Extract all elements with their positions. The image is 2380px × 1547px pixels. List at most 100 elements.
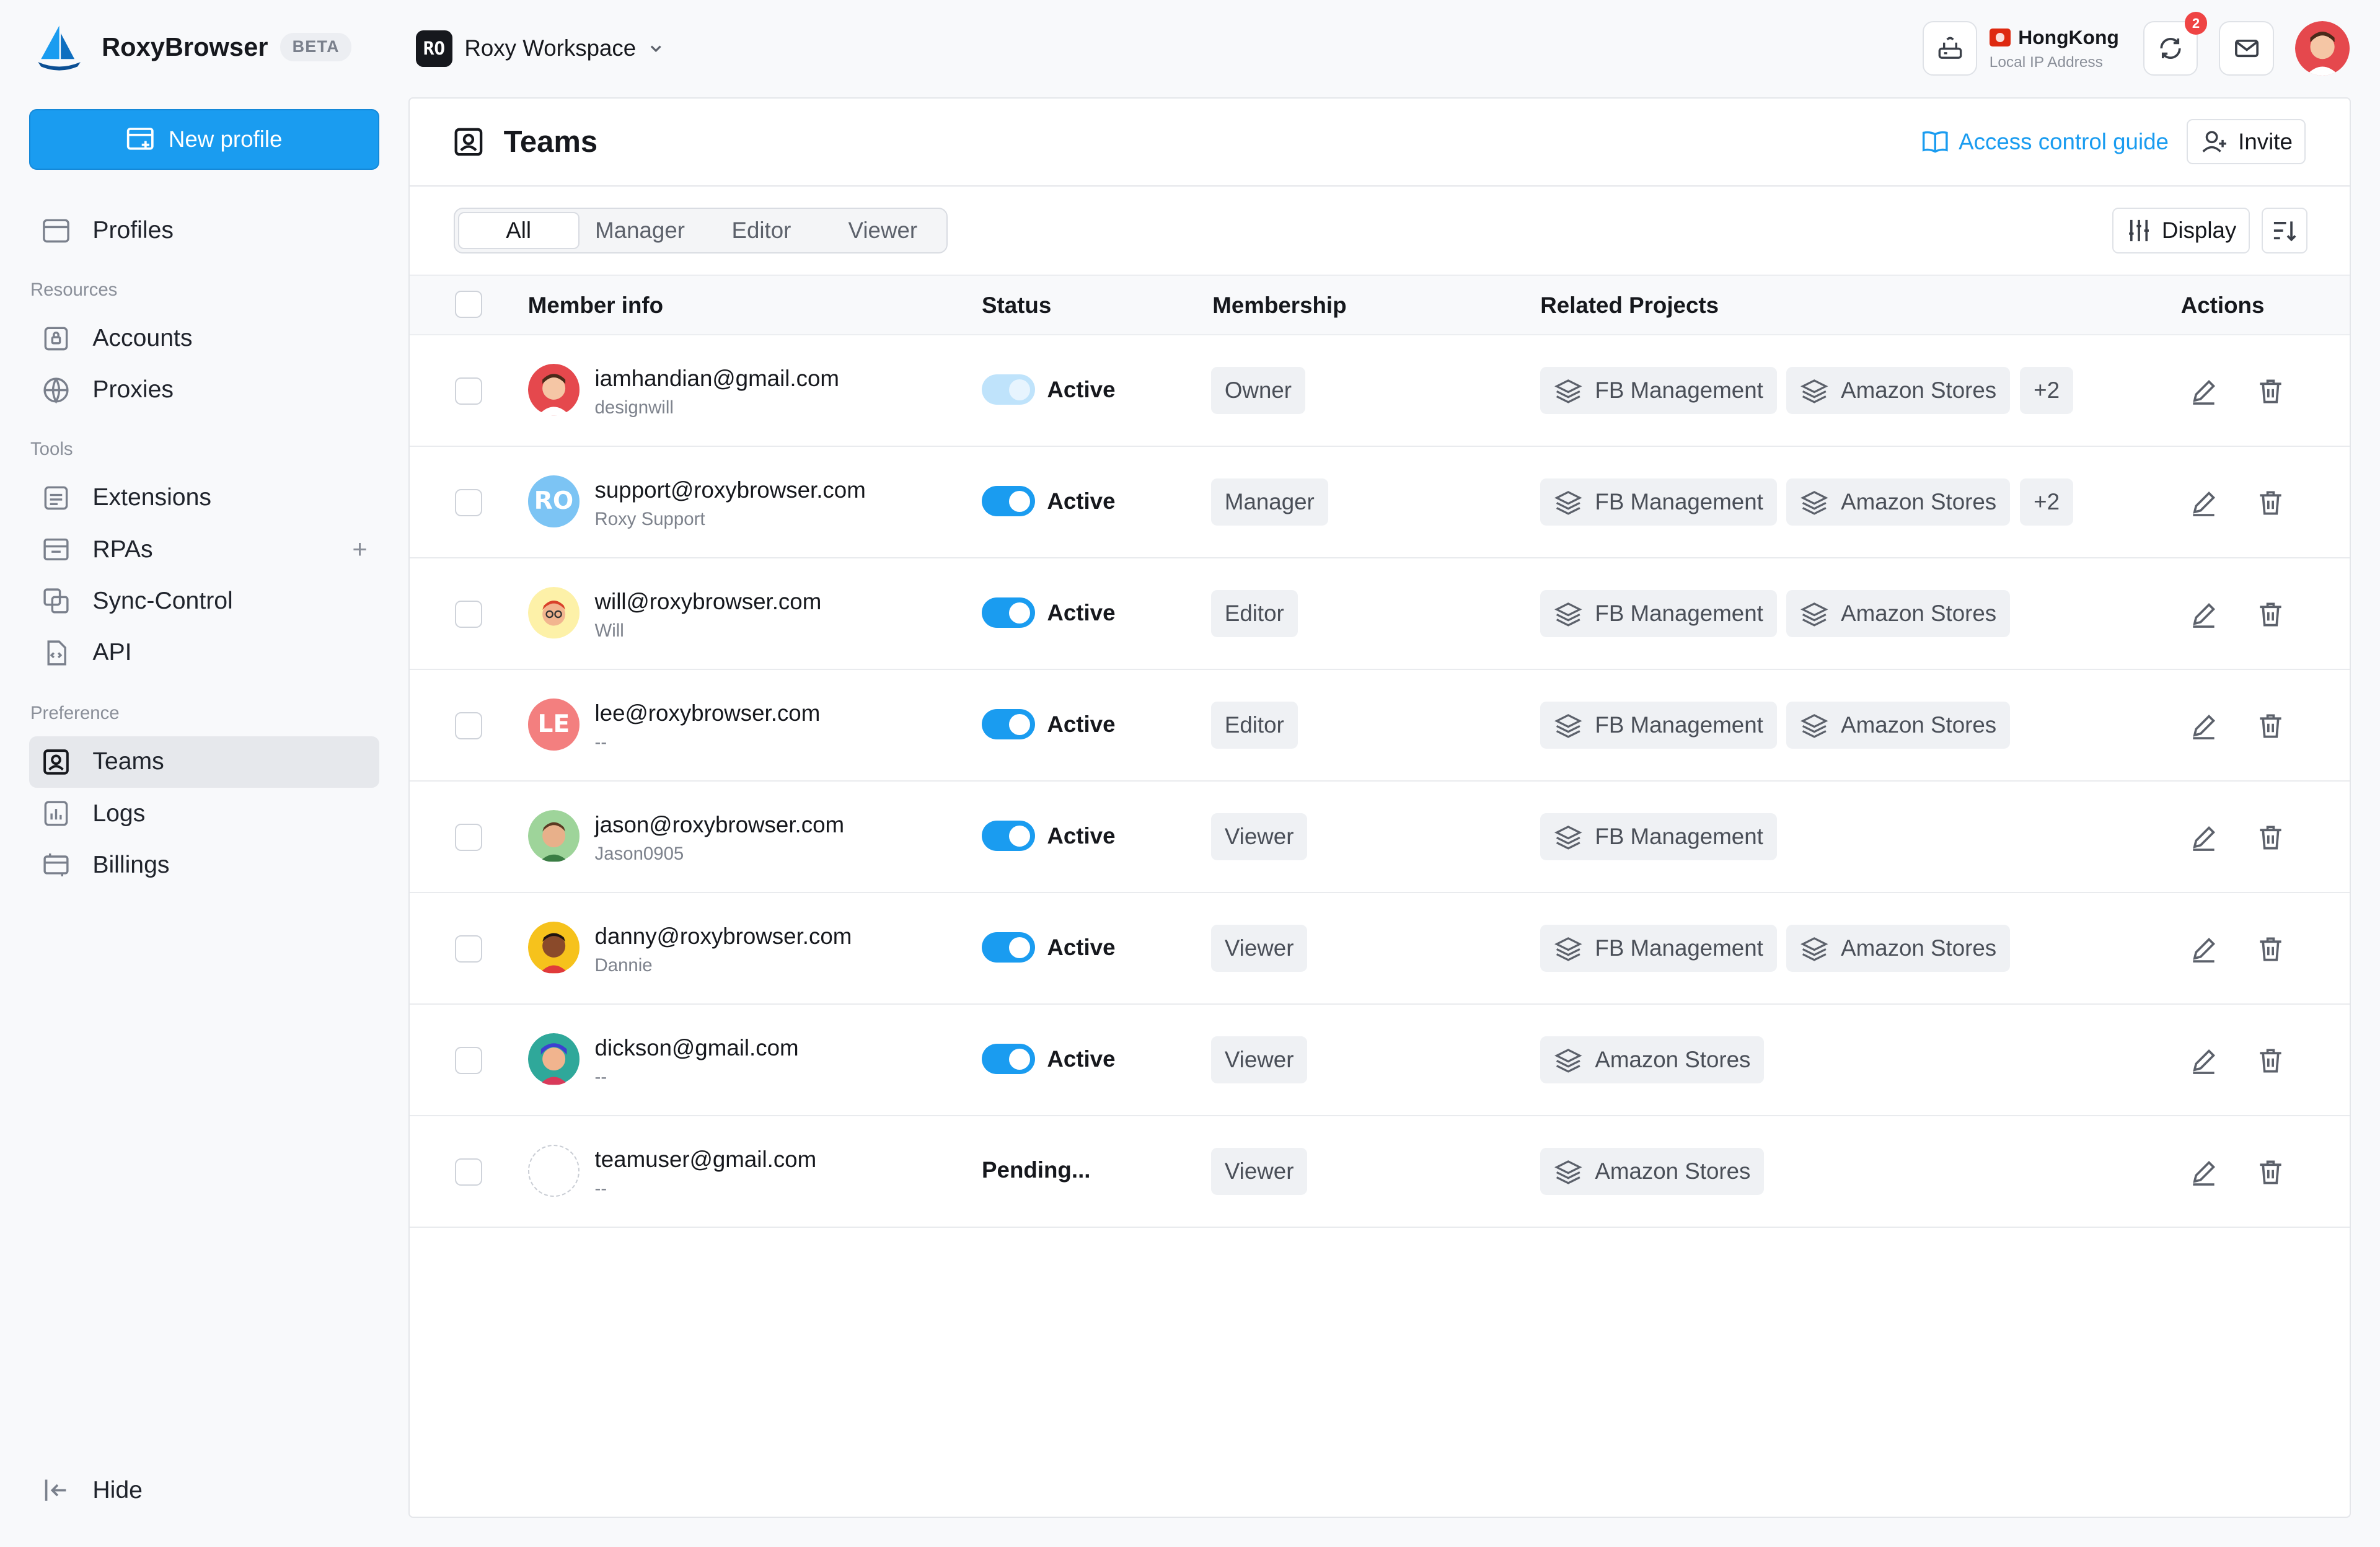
sidebar-item-profiles[interactable]: Profiles	[29, 205, 380, 257]
project-name: Amazon Stores	[1595, 1158, 1751, 1184]
status-toggle[interactable]	[982, 597, 1035, 628]
edit-icon[interactable]	[2188, 1046, 2219, 1076]
row-checkbox[interactable]	[455, 1047, 483, 1075]
row-checkbox[interactable]	[455, 377, 483, 405]
tab-manager[interactable]: Manager	[580, 212, 701, 249]
user-avatar[interactable]	[2294, 21, 2350, 76]
edit-icon[interactable]	[2188, 488, 2219, 518]
row-checkbox[interactable]	[455, 712, 483, 740]
table-row: teamuser@gmail.com -- Pending... Viewer …	[409, 1116, 2350, 1228]
edit-icon[interactable]	[2188, 934, 2219, 964]
trash-icon[interactable]	[2255, 1157, 2286, 1188]
edit-icon[interactable]	[2188, 822, 2219, 853]
sidebar-item-label: Accounts	[92, 325, 193, 352]
sidebar-item-teams[interactable]: Teams	[29, 736, 380, 788]
trash-icon[interactable]	[2255, 599, 2286, 630]
row-checkbox[interactable]	[455, 601, 483, 628]
tab-viewer[interactable]: Viewer	[822, 212, 943, 249]
select-all-checkbox[interactable]	[455, 291, 483, 319]
trash-icon[interactable]	[2255, 1046, 2286, 1076]
member-email: jason@roxybrowser.com	[594, 811, 845, 837]
sidebar-item-rpas[interactable]: RPAs +	[29, 524, 380, 575]
status-toggle[interactable]	[982, 821, 1035, 852]
access-control-guide-link[interactable]: Access control guide	[1921, 127, 2169, 156]
ip-indicator[interactable]: HongKong Local IP Address	[1922, 21, 2119, 76]
sidebar-item-proxies[interactable]: Proxies	[29, 364, 380, 416]
sidebar-item-billings[interactable]: Billings	[29, 839, 380, 891]
project-name: Amazon Stores	[1841, 601, 1997, 627]
member-username: Will	[594, 620, 624, 641]
tab-all[interactable]: All	[457, 211, 580, 249]
sidebar-item-api[interactable]: API	[29, 627, 380, 678]
trash-icon[interactable]	[2255, 822, 2286, 853]
ip-text: HongKong Local IP Address	[1989, 26, 2119, 71]
status-toggle[interactable]	[982, 1044, 1035, 1075]
status-label: Active	[1047, 376, 1116, 402]
more-projects-badge[interactable]: +2	[2020, 478, 2074, 526]
chevron-down-icon	[650, 45, 661, 53]
status-toggle[interactable]	[982, 486, 1035, 517]
workspace-switcher[interactable]: RO Roxy Workspace	[416, 29, 663, 69]
layers-icon	[1554, 379, 1582, 403]
sort-button[interactable]	[2262, 208, 2307, 253]
new-profile-button[interactable]: New profile	[29, 109, 380, 170]
trash-icon[interactable]	[2255, 934, 2286, 964]
sync-windows-icon	[43, 588, 69, 614]
status-toggle[interactable]	[982, 374, 1035, 405]
member-avatar	[527, 587, 580, 639]
layers-icon	[1554, 1160, 1582, 1184]
layers-icon	[1800, 602, 1828, 627]
status-toggle[interactable]	[982, 932, 1035, 963]
member-avatar: LE	[527, 699, 580, 751]
column-actions: Actions	[2180, 292, 2265, 318]
lock-box-icon	[44, 327, 68, 350]
table-row: will@roxybrowser.com Will Active Editor …	[409, 558, 2350, 670]
row-checkbox[interactable]	[455, 824, 483, 852]
edit-icon[interactable]	[2188, 711, 2219, 741]
member-username: --	[594, 1178, 607, 1199]
refresh-icon	[2160, 38, 2181, 60]
project-name: Amazon Stores	[1841, 489, 1997, 515]
layers-icon	[1554, 602, 1582, 627]
messages-button[interactable]	[2219, 21, 2274, 76]
display-button[interactable]: Display	[2112, 208, 2250, 253]
member-email: dickson@gmail.com	[594, 1034, 799, 1060]
workspace-name: Roxy Workspace	[464, 35, 637, 61]
globe-icon	[43, 377, 69, 404]
status-toggle[interactable]	[982, 709, 1035, 740]
section-preference: Preference	[30, 702, 120, 723]
role-filter-tabs: All Manager Editor Viewer	[453, 208, 948, 253]
sidebar-item-extensions[interactable]: Extensions	[29, 472, 380, 524]
status-label: Active	[1047, 1046, 1116, 1072]
project-tag: Amazon Stores	[1540, 1036, 1765, 1084]
row-checkbox[interactable]	[455, 935, 483, 963]
tab-editor[interactable]: Editor	[700, 212, 822, 249]
edit-icon[interactable]	[2188, 599, 2219, 630]
roxy-logo-icon	[38, 25, 81, 71]
status-label: Active	[1047, 711, 1116, 737]
edit-icon[interactable]	[2188, 1157, 2219, 1188]
row-checkbox[interactable]	[455, 1158, 483, 1186]
row-checkbox[interactable]	[455, 489, 483, 517]
pending-avatar-placeholder	[527, 1145, 580, 1197]
more-projects-badge[interactable]: +2	[2020, 367, 2074, 415]
invite-button[interactable]: Invite	[2187, 119, 2306, 165]
member-username: designwill	[594, 397, 674, 418]
book-icon	[1922, 131, 1948, 153]
add-rpa-icon[interactable]: +	[352, 534, 367, 564]
project-tag: FB Management	[1540, 813, 1777, 861]
member-email: danny@roxybrowser.com	[594, 923, 852, 949]
sync-button[interactable]: 2	[2143, 12, 2208, 76]
status-label: Active	[1047, 599, 1116, 625]
sidebar-item-sync-control[interactable]: Sync-Control	[29, 575, 380, 627]
brand[interactable]: RoxyBrowser BETA	[33, 20, 352, 74]
project-tag: Amazon Stores	[1540, 1148, 1765, 1196]
router-button[interactable]	[1922, 21, 1978, 76]
sidebar-item-logs[interactable]: Logs	[29, 788, 380, 839]
trash-icon[interactable]	[2255, 376, 2286, 407]
trash-icon[interactable]	[2255, 711, 2286, 741]
sidebar-item-accounts[interactable]: Accounts	[29, 312, 380, 364]
sidebar-hide-button[interactable]: Hide	[29, 1465, 380, 1516]
edit-icon[interactable]	[2188, 376, 2219, 407]
trash-icon[interactable]	[2255, 488, 2286, 518]
